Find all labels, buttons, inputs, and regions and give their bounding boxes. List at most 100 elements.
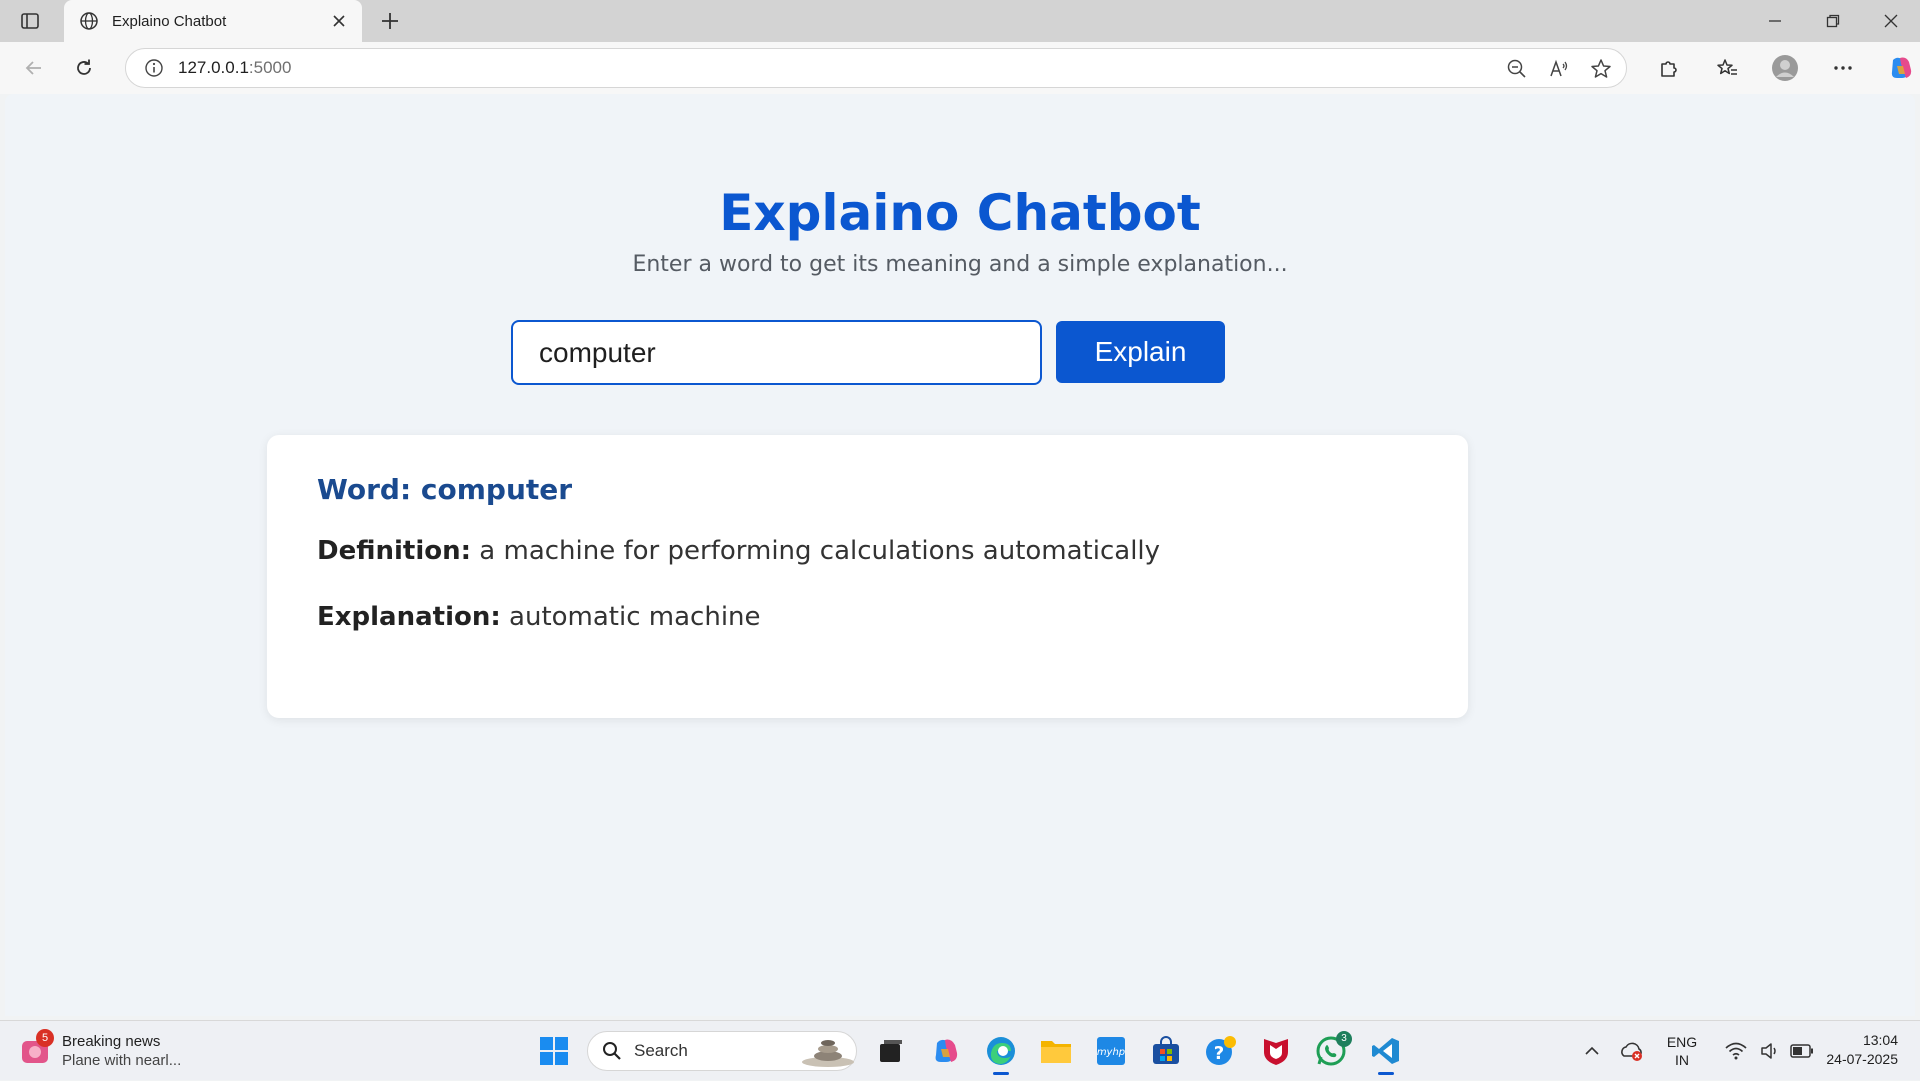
vscode-app[interactable] xyxy=(1358,1027,1413,1075)
system-tray: ENG IN xyxy=(1572,1021,1820,1081)
taskbar-apps: Search myhp ? 3 xyxy=(526,1021,1413,1081)
battery-status[interactable] xyxy=(1784,1031,1820,1071)
edge-app[interactable] xyxy=(973,1027,1028,1075)
definition-label: Definition: xyxy=(317,536,472,566)
search-highlight-icon xyxy=(802,1040,854,1067)
back-arrow-icon xyxy=(25,61,41,75)
tab-actions-button[interactable] xyxy=(0,0,60,42)
clock-time: 13:04 xyxy=(1862,1032,1898,1048)
search-label: Search xyxy=(634,1041,688,1060)
whatsapp-badge: 3 xyxy=(1336,1031,1352,1047)
site-info-icon[interactable] xyxy=(144,58,164,78)
task-view-button[interactable] xyxy=(863,1027,918,1075)
tab-explaino[interactable]: Explaino Chatbot xyxy=(64,0,362,42)
tab-strip: Explaino Chatbot xyxy=(0,0,1920,42)
page-viewport: Explaino Chatbot Enter a word to get its… xyxy=(5,94,1915,1016)
url-port: :5000 xyxy=(248,58,292,77)
copilot-button[interactable] xyxy=(1872,48,1920,88)
page-subtitle: Enter a word to get its meaning and a si… xyxy=(632,252,1288,277)
search-icon xyxy=(603,1042,621,1060)
refresh-button[interactable] xyxy=(64,48,104,88)
toolbar-right-actions xyxy=(1640,48,1920,88)
store-app[interactable] xyxy=(1138,1027,1193,1075)
volume-status[interactable] xyxy=(1756,1031,1784,1071)
definition-row: Definition: a machine for performing cal… xyxy=(317,536,1418,566)
profile-button[interactable] xyxy=(1756,48,1814,88)
clock-date: 24-07-2025 xyxy=(1826,1051,1898,1067)
language-indicator[interactable]: ENG IN xyxy=(1652,1033,1712,1069)
network-status[interactable] xyxy=(1716,1031,1756,1071)
minimize-icon xyxy=(1769,20,1781,22)
vscode-icon xyxy=(1371,1038,1399,1064)
mcafee-app[interactable] xyxy=(1248,1027,1303,1075)
onedrive-status[interactable] xyxy=(1612,1031,1652,1071)
globe-icon xyxy=(78,10,100,32)
address-bar[interactable]: 127.0.0.1:5000 xyxy=(125,48,1627,88)
zoom-out-icon[interactable] xyxy=(1506,58,1528,80)
region-code: IN xyxy=(1675,1052,1689,1068)
restore-icon xyxy=(1826,14,1840,28)
copilot-app-icon xyxy=(935,1039,957,1062)
minimize-button[interactable] xyxy=(1746,0,1804,42)
svg-text:myhp: myhp xyxy=(1096,1047,1124,1058)
definition-text: a machine for performing calculations au… xyxy=(471,536,1161,566)
url-text: 127.0.0.1:5000 xyxy=(178,58,291,78)
extensions-button[interactable] xyxy=(1640,48,1698,88)
close-window-button[interactable] xyxy=(1862,0,1920,42)
cloud-error-icon xyxy=(1621,1042,1642,1061)
window-controls xyxy=(1746,0,1920,42)
chevron-up-icon xyxy=(1585,1046,1599,1055)
wifi-icon xyxy=(1725,1042,1747,1060)
start-button[interactable] xyxy=(526,1027,581,1075)
browser-toolbar: 127.0.0.1:5000 xyxy=(0,42,1920,94)
news-subtitle: Plane with nearl... xyxy=(62,1052,182,1069)
store-bag-icon xyxy=(1152,1036,1179,1064)
myhp-icon: myhp xyxy=(1096,1037,1125,1065)
taskbar: 5 Breaking news Plane with nearl... Sear… xyxy=(0,1020,1920,1080)
task-view-icon xyxy=(879,1040,902,1062)
read-aloud-icon[interactable] xyxy=(1548,58,1570,80)
news-badge: 5 xyxy=(36,1029,54,1047)
show-hidden-icons-button[interactable] xyxy=(1572,1031,1612,1071)
battery-icon xyxy=(1790,1044,1813,1058)
result-word: Word: computer xyxy=(317,473,573,506)
copilot-icon xyxy=(1891,57,1912,78)
clock[interactable]: 13:04 24-07-2025 xyxy=(1826,1031,1898,1069)
puzzle-icon xyxy=(1661,61,1677,77)
get-help-app[interactable]: ? xyxy=(1193,1027,1248,1075)
explanation-text: automatic machine xyxy=(500,602,761,632)
explanation-label: Explanation: xyxy=(317,602,501,632)
news-widget[interactable]: 5 Breaking news Plane with nearl... xyxy=(20,1029,181,1073)
favorites-list-icon xyxy=(1717,59,1737,75)
svg-text:?: ? xyxy=(1213,1043,1223,1064)
restore-button[interactable] xyxy=(1804,0,1862,42)
whatsapp-app[interactable]: 3 xyxy=(1303,1027,1358,1075)
speaker-icon xyxy=(1761,1043,1776,1059)
url-host: 127.0.0.1 xyxy=(178,58,249,77)
news-title: Breaking news xyxy=(62,1033,161,1050)
edge-browser-icon xyxy=(986,1037,1015,1065)
explain-button[interactable]: Explain xyxy=(1056,321,1225,383)
help-icon: ? xyxy=(1205,1036,1236,1065)
copilot-app[interactable] xyxy=(918,1027,973,1075)
myhp-app[interactable]: myhp xyxy=(1083,1027,1138,1075)
taskbar-search[interactable]: Search xyxy=(587,1031,857,1071)
news-text: Breaking news Plane with nearl... xyxy=(62,1032,181,1070)
close-icon xyxy=(1884,14,1898,28)
tab-title: Explaino Chatbot xyxy=(112,12,227,30)
favorite-star-icon[interactable] xyxy=(1590,58,1612,80)
plus-icon xyxy=(382,13,398,29)
close-tab-icon[interactable] xyxy=(328,10,350,32)
favorites-button[interactable] xyxy=(1698,48,1756,88)
word-input[interactable] xyxy=(511,320,1042,385)
new-tab-button[interactable] xyxy=(368,0,412,42)
language-code: ENG xyxy=(1666,1034,1698,1050)
settings-more-button[interactable] xyxy=(1814,48,1872,88)
file-explorer-app[interactable] xyxy=(1028,1027,1083,1075)
mcafee-shield-icon xyxy=(1263,1039,1288,1065)
windows-logo-icon xyxy=(539,1037,568,1065)
news-icon: 5 xyxy=(20,1029,54,1067)
back-button[interactable] xyxy=(14,48,54,88)
avatar-icon xyxy=(1772,55,1798,81)
tab-actions-icon xyxy=(21,13,39,29)
